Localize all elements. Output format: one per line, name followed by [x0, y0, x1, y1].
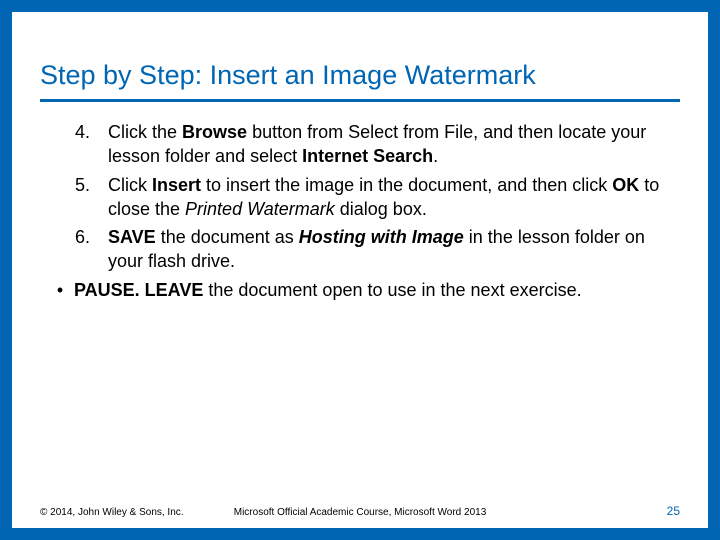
bold-text: PAUSE. LEAVE — [74, 280, 203, 300]
bold-text: SAVE — [108, 227, 156, 247]
copyright-text: © 2014, John Wiley & Sons, Inc. — [40, 507, 184, 518]
bold-italic-text: Hosting with Image — [299, 227, 464, 247]
italic-text: Printed Watermark — [185, 199, 335, 219]
text: the document as — [156, 227, 299, 247]
slide: Step by Step: Insert an Image Watermark … — [0, 0, 720, 540]
step-4: 4. Click the Browse button from Select f… — [40, 120, 680, 169]
step-number: 6. — [40, 225, 108, 274]
text: dialog box. — [335, 199, 427, 219]
slide-title: Step by Step: Insert an Image Watermark — [40, 60, 680, 102]
slide-content: 4. Click the Browse button from Select f… — [40, 120, 680, 302]
bullet-text: PAUSE. LEAVE the document open to use in… — [74, 278, 680, 302]
step-text: SAVE the document as Hosting with Image … — [108, 225, 680, 274]
step-number: 5. — [40, 173, 108, 222]
text: . — [433, 146, 438, 166]
step-6: 6. SAVE the document as Hosting with Ima… — [40, 225, 680, 274]
slide-footer: © 2014, John Wiley & Sons, Inc. Microsof… — [40, 504, 680, 518]
bold-text: OK — [612, 175, 639, 195]
bullet-mark: • — [40, 278, 74, 302]
bullet-pause: • PAUSE. LEAVE the document open to use … — [40, 278, 680, 302]
step-text: Click Insert to insert the image in the … — [108, 173, 680, 222]
bold-text: Insert — [152, 175, 201, 195]
step-5: 5. Click Insert to insert the image in t… — [40, 173, 680, 222]
text: the document open to use in the next exe… — [203, 280, 581, 300]
text: to insert the image in the document, and… — [201, 175, 612, 195]
page-number: 25 — [667, 504, 680, 518]
bold-text: Browse — [182, 122, 247, 142]
text: Click — [108, 175, 152, 195]
bold-text: Internet Search — [302, 146, 433, 166]
text: Click the — [108, 122, 182, 142]
step-number: 4. — [40, 120, 108, 169]
step-text: Click the Browse button from Select from… — [108, 120, 680, 169]
